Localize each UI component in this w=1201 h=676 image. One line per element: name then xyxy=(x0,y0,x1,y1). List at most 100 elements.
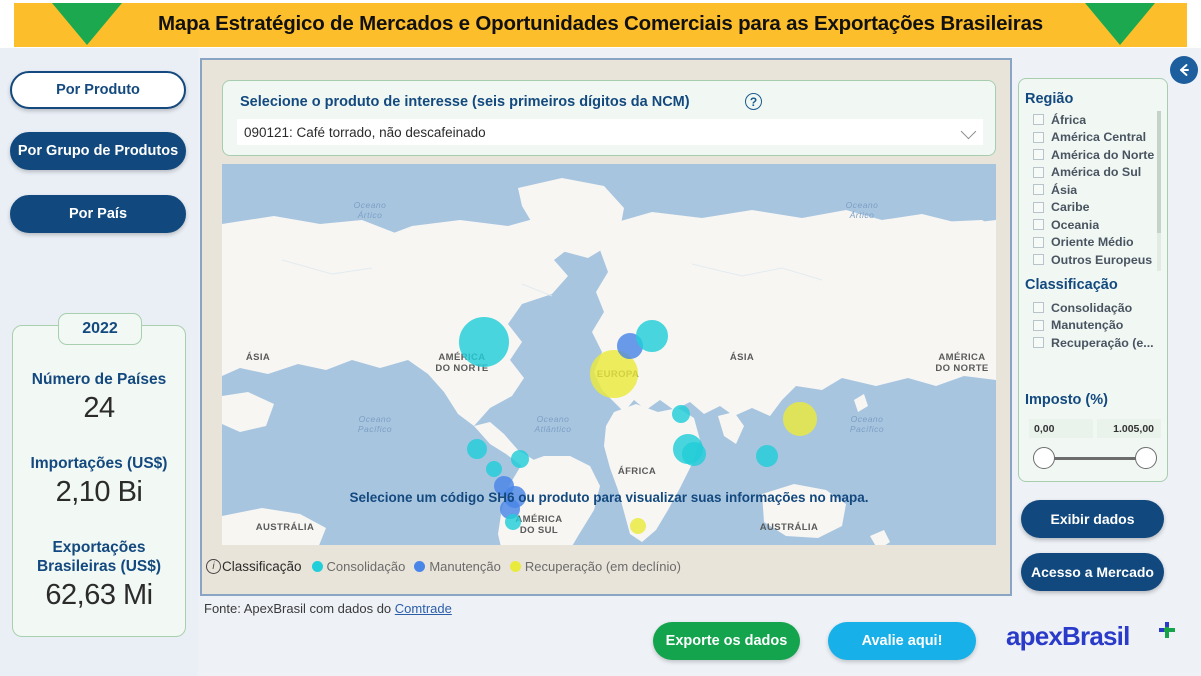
filter-option-regiao-label: América do Sul xyxy=(1051,165,1142,180)
kpi-numero-de-paises: Número de Países 24 xyxy=(12,370,186,427)
filter-option-regiao-label: África xyxy=(1051,112,1087,127)
checkbox-icon[interactable] xyxy=(1033,149,1044,161)
filter-option-regiao-8[interactable]: Outros Europeus xyxy=(1033,251,1154,269)
imposto-range-slider[interactable] xyxy=(1033,447,1157,471)
map-bubble[interactable] xyxy=(511,450,529,468)
map-hint-text: Selecione um código SH6 ou produto para … xyxy=(349,490,869,505)
filter-title-regiao: Região xyxy=(1025,91,1074,107)
apexbrasil-mark-icon xyxy=(1159,622,1175,638)
checkbox-icon[interactable] xyxy=(1033,131,1044,143)
source-link-comtrade[interactable]: Comtrade xyxy=(395,601,452,616)
kpi-label-numero-de-paises: Número de Países xyxy=(31,371,167,388)
checkbox-icon[interactable] xyxy=(1033,337,1044,349)
filters-card: Região África América Central América do N… xyxy=(1018,78,1168,482)
nav-button-por-produto[interactable]: Por Produto xyxy=(10,71,186,109)
info-icon[interactable]: i xyxy=(206,558,221,574)
nav-button-por-grupo-de-produtos[interactable]: Por Grupo de Produtos xyxy=(10,132,186,170)
legend-item-recuperacao[interactable]: Recuperação (em declínio) xyxy=(509,558,681,574)
imposto-range-fields: 0,00 1.005,00 xyxy=(1029,419,1161,438)
map-bubble[interactable] xyxy=(467,439,487,459)
map-bubble[interactable] xyxy=(459,317,509,367)
legend-label-consolidacao: Consolidação xyxy=(326,558,406,574)
legend-item-consolidacao[interactable]: Consolidação xyxy=(311,558,406,574)
exibir-dados-button[interactable]: Exibir dados xyxy=(1021,500,1164,538)
legend-label-manutencao: Manutenção xyxy=(429,558,501,574)
imposto-min-input[interactable]: 0,00 xyxy=(1029,419,1093,438)
filter-option-regiao-label: Ásia xyxy=(1051,182,1078,197)
checkbox-icon[interactable] xyxy=(1033,219,1044,231)
filter-list-classificacao: Consolidação Manutenção Recuperação (e... xyxy=(1033,299,1154,352)
kpi-year-badge: 2022 xyxy=(58,313,142,345)
filter-option-classificacao-label: Recuperação (e... xyxy=(1051,335,1154,350)
imposto-max-input[interactable]: 1.005,00 xyxy=(1097,419,1161,438)
product-select-input[interactable]: 090121: Café torrado, não descafeinado xyxy=(237,119,983,145)
kpi-label-exportacoes-line1: Exportações xyxy=(52,539,146,556)
filter-option-regiao-0[interactable]: África xyxy=(1033,111,1154,129)
slider-track xyxy=(1044,457,1146,460)
map-bubble[interactable] xyxy=(672,405,690,423)
checkbox-icon[interactable] xyxy=(1033,319,1044,331)
filter-option-classificacao-label: Manutenção xyxy=(1051,318,1124,333)
legend-dot-recuperacao xyxy=(509,560,521,572)
filter-option-classificacao-1[interactable]: Manutenção xyxy=(1033,317,1154,335)
checkbox-icon[interactable] xyxy=(1033,166,1044,178)
map-bubble[interactable] xyxy=(505,514,521,530)
legend-label-recuperacao: Recuperação (em declínio) xyxy=(524,558,681,574)
filter-option-regiao-label: Outros Europeus xyxy=(1051,252,1153,267)
arrow-left-icon xyxy=(1180,64,1189,76)
checkbox-icon[interactable] xyxy=(1033,254,1044,266)
page-title: Mapa Estratégico de Mercados e Oportunid… xyxy=(158,12,1043,35)
legend-item-manutencao[interactable]: Manutenção xyxy=(414,559,501,574)
collapse-panel-button[interactable] xyxy=(1170,56,1198,84)
product-select-value: 090121: Café torrado, não descafeinado xyxy=(244,124,486,140)
kpi-importacoes: Importações (US$) 2,10 Bi xyxy=(12,454,186,511)
legend-dot-consolidacao xyxy=(311,560,323,572)
kpi-exportacoes-brasileiras: Exportações Brasileiras (US$) 62,63 Mi xyxy=(12,538,186,614)
product-selector-card: Selecione o produto de interesse (seis p… xyxy=(222,80,996,156)
filter-title-classificacao: Classificação xyxy=(1025,277,1118,293)
kpi-value-importacoes: 2,10 Bi xyxy=(55,476,143,508)
map-bubble[interactable] xyxy=(756,445,778,467)
question-mark-icon[interactable]: ? xyxy=(745,93,762,110)
kpi-value-exportacoes: 62,63 Mi xyxy=(45,579,153,611)
checkbox-icon[interactable] xyxy=(1033,201,1044,213)
source-prefix: Fonte: ApexBrasil com dados do xyxy=(204,601,395,616)
filter-option-regiao-6[interactable]: Oceania xyxy=(1033,216,1154,234)
filter-option-regiao-label: América do Norte xyxy=(1051,147,1155,162)
checkbox-icon[interactable] xyxy=(1033,184,1044,196)
legend-dot-manutencao xyxy=(414,560,426,572)
acesso-a-mercado-button[interactable]: Acesso a Mercado xyxy=(1021,553,1164,591)
avalie-aqui-button[interactable]: Avalie aqui! xyxy=(828,622,976,660)
exporte-os-dados-button[interactable]: Exporte os dados xyxy=(653,622,800,660)
filter-title-imposto: Imposto (%) xyxy=(1025,392,1108,408)
chevron-down-icon xyxy=(960,123,977,140)
filter-list-regiao: África América Central América do Norte Amé… xyxy=(1033,111,1154,269)
apexbrasil-logo: apexBrasil xyxy=(1006,621,1130,651)
filter-option-classificacao-2[interactable]: Recuperação (e... xyxy=(1033,334,1154,352)
filter-option-regiao-2[interactable]: América do Norte xyxy=(1033,146,1154,164)
nav-button-por-pais[interactable]: Por País xyxy=(10,195,186,233)
kpi-label-importacoes: Importações (US$) xyxy=(30,455,168,472)
header-banner: Mapa Estratégico de Mercados e Oportunid… xyxy=(0,0,1201,48)
checkbox-icon[interactable] xyxy=(1033,236,1044,248)
slider-handle-min[interactable] xyxy=(1033,447,1055,469)
filter-option-regiao-5[interactable]: Caribe xyxy=(1033,199,1154,217)
map-bubble[interactable] xyxy=(636,320,668,352)
filter-option-regiao-3[interactable]: América do Sul xyxy=(1033,164,1154,182)
checkbox-icon[interactable] xyxy=(1033,302,1044,314)
map-bubble[interactable] xyxy=(486,461,502,477)
world-map[interactable]: ÁSIA AMÉRICADO NORTE EUROPA ÁSIA AMÉRICA… xyxy=(222,164,996,545)
filter-option-regiao-1[interactable]: América Central xyxy=(1033,129,1154,147)
slider-handle-max[interactable] xyxy=(1135,447,1157,469)
filter-option-classificacao-0[interactable]: Consolidação xyxy=(1033,299,1154,317)
map-bubble[interactable] xyxy=(630,518,646,534)
filter-option-regiao-label: Oceania xyxy=(1051,217,1100,232)
checkbox-icon[interactable] xyxy=(1033,114,1044,126)
map-bubble[interactable] xyxy=(783,402,817,436)
filter-option-regiao-4[interactable]: Ásia xyxy=(1033,181,1154,199)
filter-scrollbar-thumb[interactable] xyxy=(1157,111,1161,233)
left-sidebar: Por Produto Por Grupo de Produtos Por Pa… xyxy=(0,48,198,676)
filter-option-regiao-7[interactable]: Oriente Médio xyxy=(1033,234,1154,252)
map-bubble[interactable] xyxy=(682,442,706,466)
main-panel: Selecione o produto de interesse (seis p… xyxy=(200,58,1012,596)
